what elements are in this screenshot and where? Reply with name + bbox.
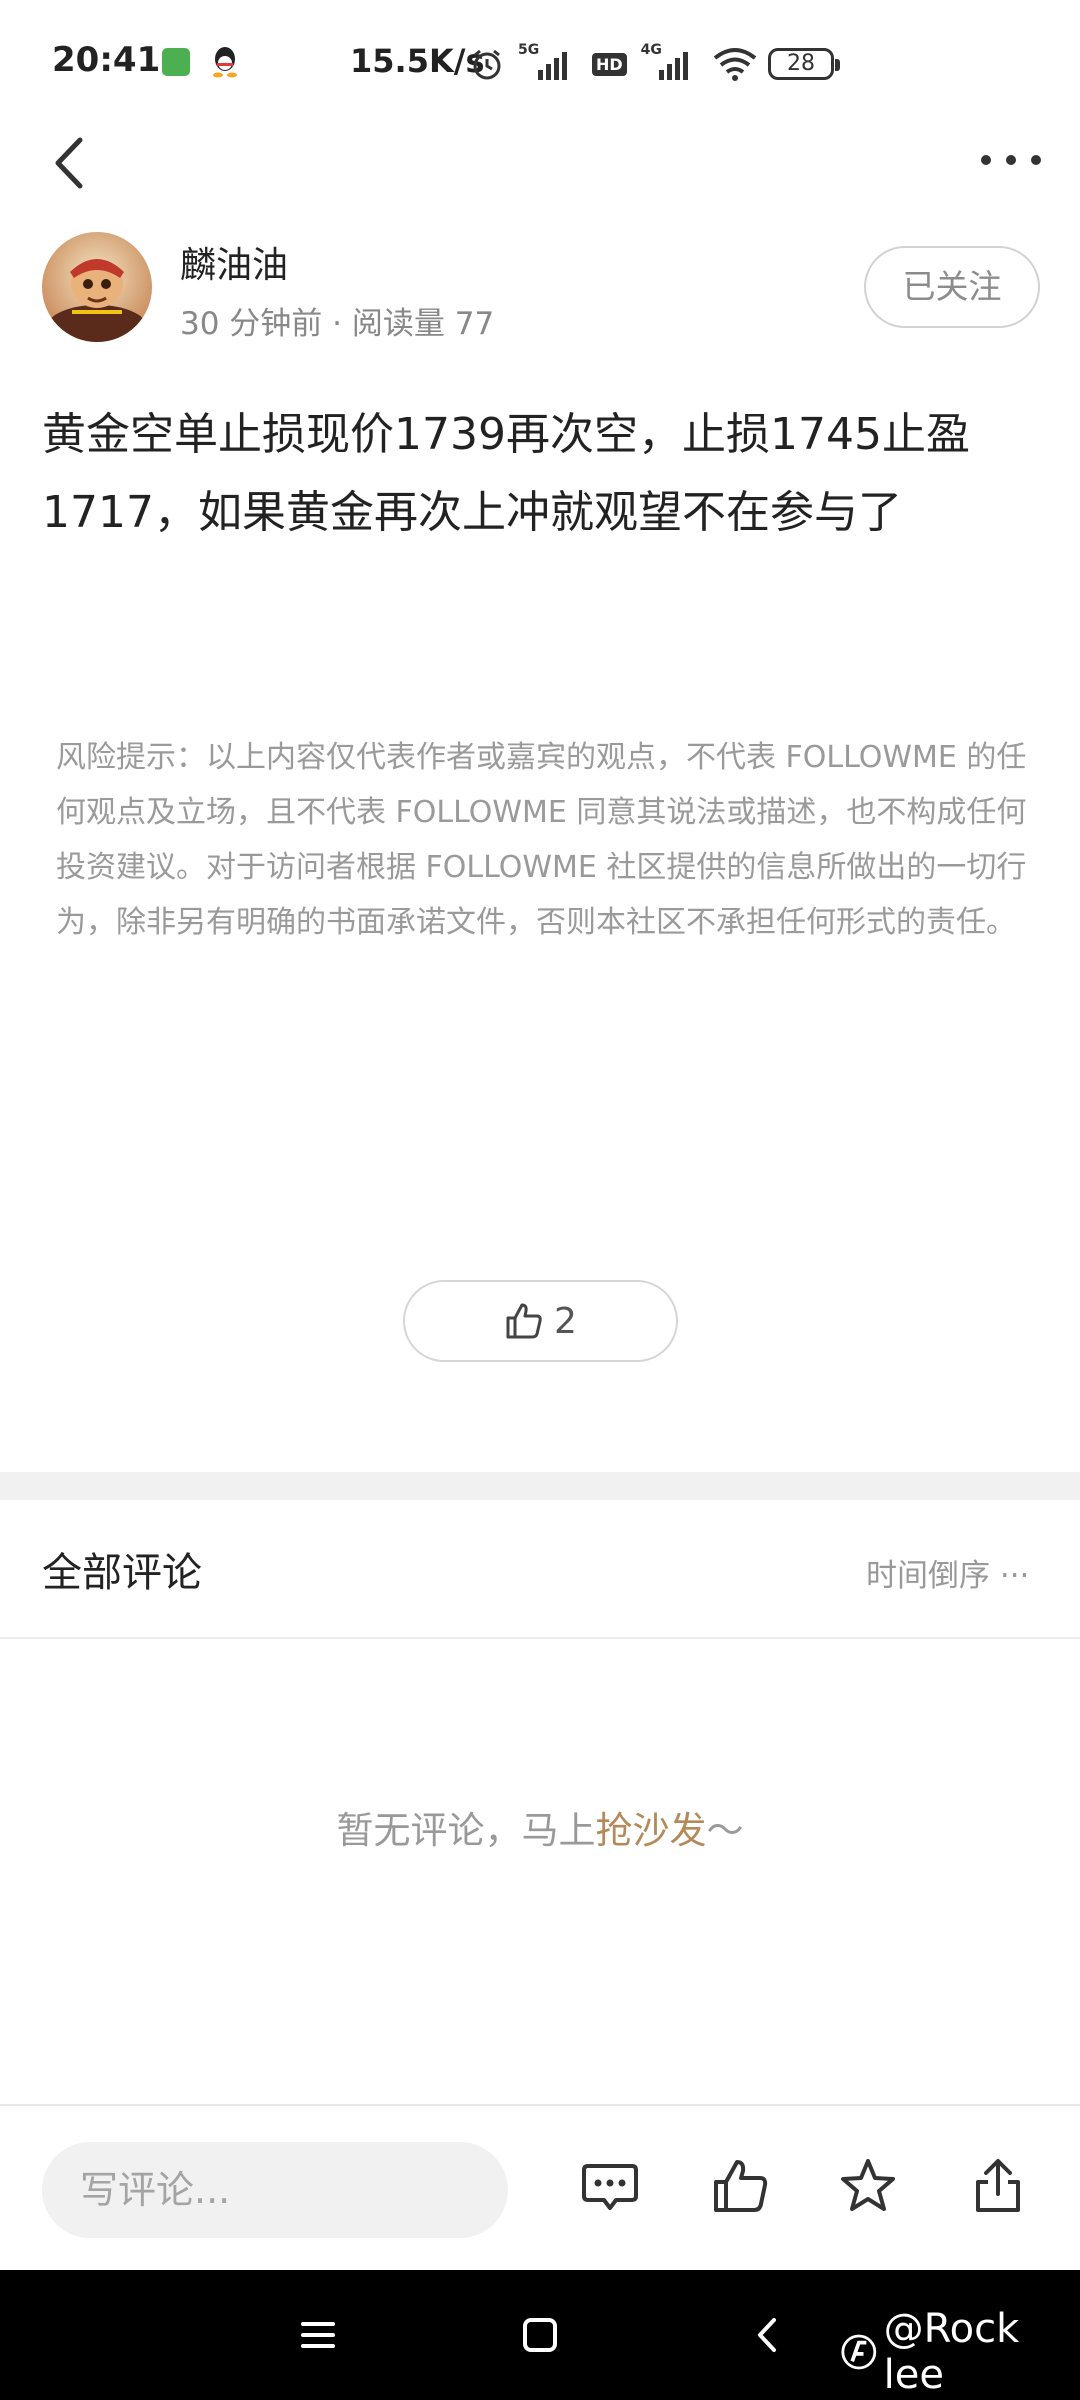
home-icon[interactable] <box>515 2310 565 2360</box>
author-avatar[interactable] <box>42 232 152 342</box>
status-time: 20:41 <box>52 40 161 80</box>
first-comment-link[interactable]: 抢沙发 <box>596 1809 707 1852</box>
section-divider <box>0 1472 1080 1500</box>
status-bar: 20:41 15.5K/s 5G HD 4G 28 <box>0 0 1080 120</box>
qq-icon <box>213 47 237 78</box>
share-icon[interactable] <box>968 2156 1028 2216</box>
system-navigation-bar: @Rock lee <box>0 2270 1080 2400</box>
network-speed: 15.5K/s <box>350 42 485 80</box>
watermark: @Rock lee <box>840 2306 1080 2398</box>
wifi-icon <box>713 48 756 81</box>
weibo-logo-icon <box>841 2334 877 2370</box>
thumbs-up-icon <box>506 1303 542 1339</box>
post-meta: 30 分钟前 · 阅读量 77 <box>180 306 495 342</box>
follow-button[interactable]: 已关注 <box>864 246 1040 328</box>
author-name[interactable]: 麟油油 <box>180 236 288 288</box>
app-notification-icon <box>162 48 190 76</box>
battery-indicator: 28 <box>768 48 840 80</box>
comment-input[interactable]: 写评论... <box>42 2142 508 2238</box>
watermark-text: @Rock lee <box>883 2306 1020 2398</box>
comment-sort-button[interactable]: 时间倒序 ··· <box>866 1550 1029 1595</box>
comments-header-divider <box>0 1637 1080 1639</box>
comments-title: 全部评论 <box>42 1550 202 1596</box>
bottom-action-bar: 写评论... <box>0 2104 1080 2270</box>
more-options-icon[interactable] <box>976 140 1046 180</box>
post-body: 黄金空单止损现价1739再次空，止损1745止盈1717，如果黄金再次上冲就观望… <box>42 409 970 538</box>
signal-4g-icon: 4G <box>641 42 697 82</box>
like-button[interactable]: 2 <box>403 1280 678 1362</box>
like-count: 2 <box>554 1300 577 1342</box>
empty-comments-prefix: 暂无评论，马上 <box>336 1809 596 1852</box>
hd-icon: HD <box>592 52 627 76</box>
thumbs-up-bar-icon[interactable] <box>710 2156 770 2216</box>
recent-apps-icon[interactable] <box>293 2310 343 2360</box>
empty-comments-message: 暂无评论，马上抢沙发～ <box>0 1800 1080 1854</box>
status-icons: 5G HD 4G <box>470 42 759 84</box>
risk-disclaimer: 风险提示：以上内容仅代表作者或嘉宾的观点，不代表 FOLLOWME 的任何观点及… <box>56 740 1027 940</box>
comment-icon[interactable] <box>580 2156 640 2216</box>
empty-comments-suffix: ～ <box>706 1809 744 1852</box>
favorite-star-icon[interactable] <box>838 2156 898 2216</box>
signal-5g-icon: 5G <box>518 42 578 82</box>
back-arrow-icon[interactable] <box>44 128 100 198</box>
alarm-icon <box>473 49 501 80</box>
nav-back-icon[interactable] <box>742 2310 792 2360</box>
